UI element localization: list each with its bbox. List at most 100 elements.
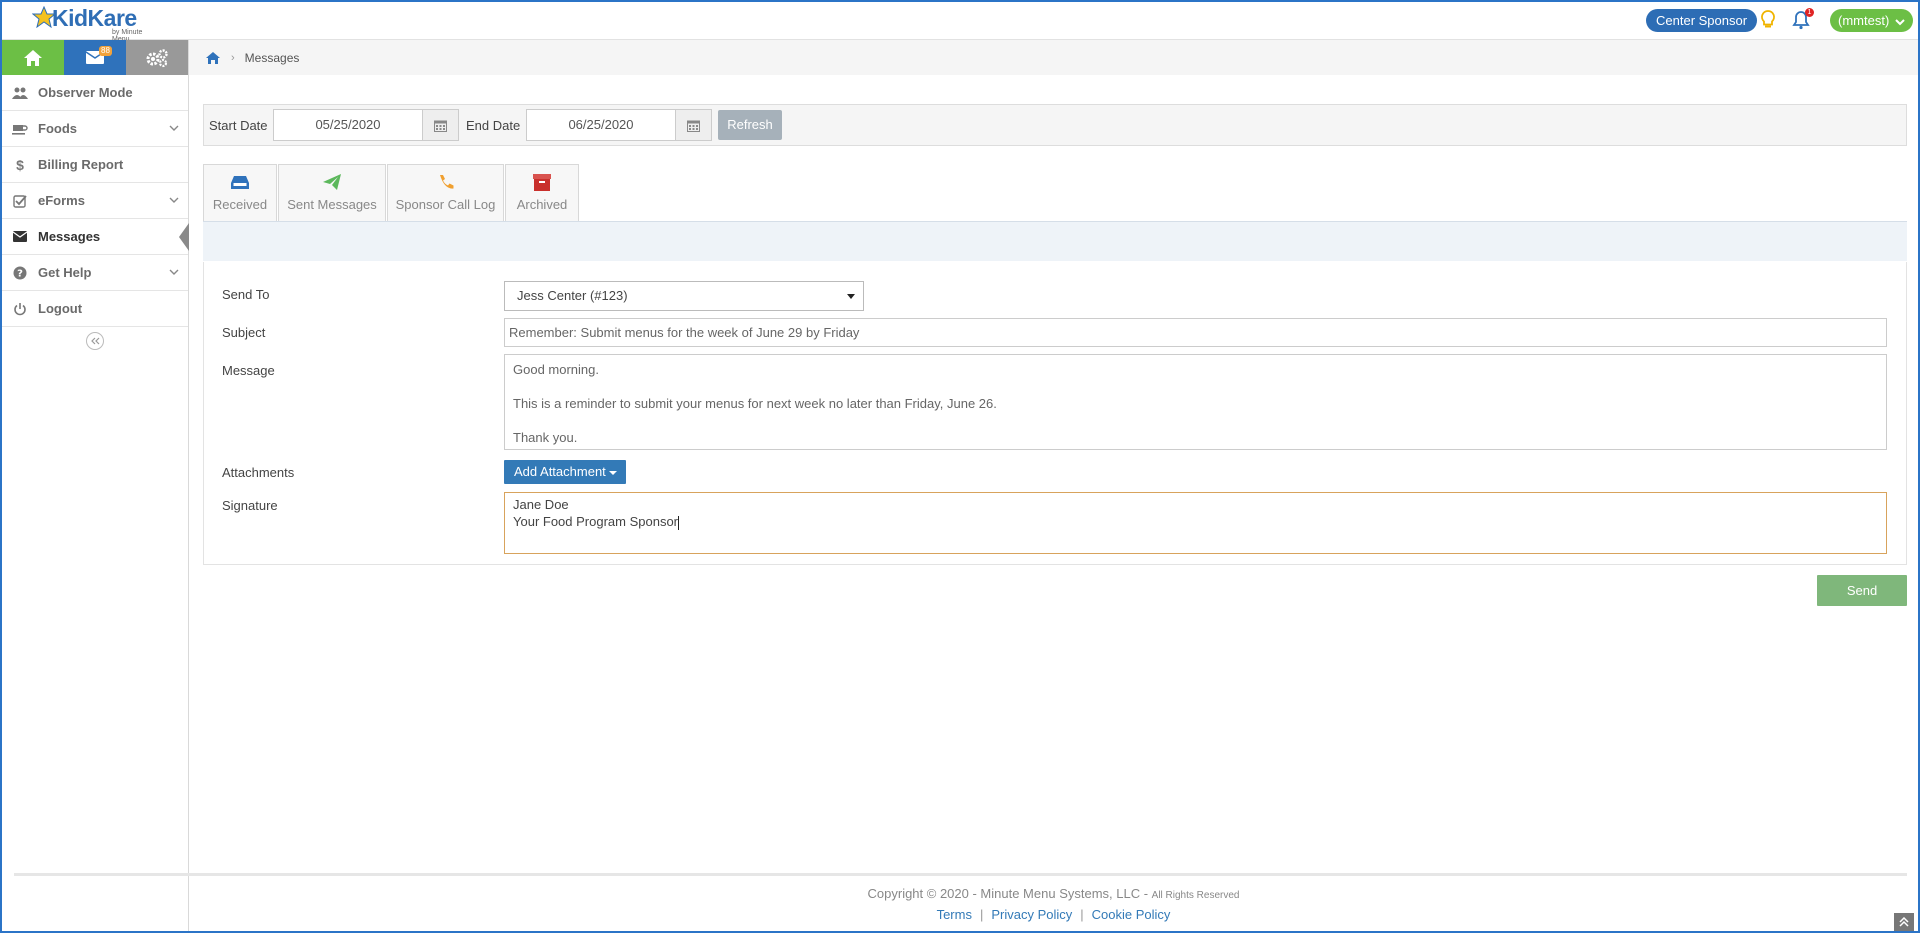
scroll-to-top-button[interactable] — [1894, 913, 1914, 931]
collapse-sidebar-button[interactable] — [86, 332, 104, 350]
signature-label: Signature — [222, 498, 278, 513]
center-sponsor-button[interactable]: Center Sponsor — [1646, 9, 1758, 32]
rights-label: All Rights Reserved — [1151, 890, 1240, 901]
privacy-policy-link[interactable]: Privacy Policy — [991, 907, 1072, 922]
paper-plane-icon — [322, 172, 342, 192]
signature-line: Your Food Program Sponsor — [513, 514, 679, 529]
send-button[interactable]: Send — [1817, 575, 1907, 606]
message-line: This is a reminder to submit your menus … — [513, 396, 997, 411]
copyright-text: Copyright © 2020 - Minute Menu Systems, … — [189, 886, 1918, 901]
tab-label: Sent Messages — [287, 197, 377, 212]
power-icon — [12, 302, 28, 316]
sidebar-tabs: 88 — [2, 40, 188, 75]
sidebar-item-billing-report[interactable]: $ Billing Report — [2, 147, 188, 183]
send-to-select[interactable]: Jess Center (#123) — [504, 281, 864, 311]
mail-badge: 88 — [99, 46, 112, 56]
tab-label: Received — [212, 197, 268, 212]
end-date-label: End Date — [466, 118, 521, 133]
subject-input[interactable]: Remember: Submit menus for the week of J… — [504, 318, 1887, 347]
message-line: Good morning. — [513, 362, 599, 377]
start-date-label: Start Date — [209, 118, 268, 133]
kidkare-logo[interactable]: KidKare by Minute Menu — [30, 4, 150, 43]
chevron-down-icon — [169, 125, 179, 131]
sidebar-item-label: Foods — [38, 121, 77, 136]
double-chevron-up-icon — [1899, 917, 1909, 927]
sidebar-item-logout[interactable]: Logout — [2, 291, 188, 327]
settings-tab[interactable] — [126, 40, 188, 75]
home-tab[interactable] — [2, 40, 64, 75]
logo-text: KidKare — [52, 5, 137, 31]
question-icon: ? — [12, 266, 28, 280]
chevron-down-icon — [1895, 18, 1905, 25]
lightbulb-icon[interactable] — [1760, 10, 1776, 30]
cookie-policy-link[interactable]: Cookie Policy — [1092, 907, 1171, 922]
end-date-input[interactable]: 06/25/2020 — [526, 109, 676, 141]
breadcrumb-separator: › — [231, 51, 235, 64]
sidebar-item-get-help[interactable]: ? Get Help — [2, 255, 188, 291]
sidebar-item-label: Billing Report — [38, 157, 124, 172]
link-separator: | — [979, 907, 984, 922]
notification-badge: 1 — [1805, 8, 1814, 17]
double-chevron-left-icon — [91, 337, 100, 345]
sidebar-item-label: Get Help — [38, 265, 92, 280]
message-line: Thank you. — [513, 430, 578, 445]
svg-text:?: ? — [17, 268, 23, 279]
end-date-calendar-button[interactable] — [676, 109, 712, 141]
sidebar-item-messages[interactable]: Messages — [2, 219, 189, 255]
copyright-label: Copyright © 2020 - Minute Menu Systems, … — [867, 886, 1152, 901]
date-filter-bar: Start Date 05/25/2020 End Date 06/25/202… — [203, 104, 1907, 146]
start-date-calendar-button[interactable] — [423, 109, 459, 141]
users-icon — [12, 86, 28, 100]
sidebar-item-foods[interactable]: Foods — [2, 111, 188, 147]
send-to-value: Jess Center (#123) — [517, 288, 628, 303]
start-date-input[interactable]: 05/25/2020 — [273, 109, 423, 141]
gears-icon — [146, 48, 168, 67]
top-bar: KidKare by Minute Menu Center Sponsor 1 … — [0, 0, 1920, 43]
home-icon — [24, 49, 42, 66]
calendar-icon — [434, 120, 447, 132]
inbox-icon — [231, 172, 249, 192]
sidebar-item-observer-mode[interactable]: Observer Mode — [2, 75, 188, 111]
tab-label: Sponsor Call Log — [395, 197, 496, 212]
sidebar-item-label: Logout — [38, 301, 83, 316]
sidebar-item-label: Observer Mode — [38, 85, 133, 100]
tab-received[interactable]: Received — [203, 164, 277, 221]
subject-label: Subject — [222, 325, 266, 340]
add-attachment-button[interactable]: Add Attachment — [504, 460, 626, 484]
breadcrumb: › Messages — [189, 40, 1918, 75]
send-to-label: Send To — [222, 287, 270, 302]
dropdown-caret-icon — [608, 470, 617, 475]
checkbox-icon — [12, 194, 28, 208]
tab-sent-messages[interactable]: Sent Messages — [278, 164, 386, 221]
sidebar-item-label: eForms — [38, 193, 85, 208]
signature-textarea[interactable]: Jane Doe Your Food Program Sponsor — [504, 492, 1887, 554]
phone-icon — [438, 172, 454, 192]
home-icon[interactable] — [205, 51, 221, 65]
tab-sponsor-call-log[interactable]: Sponsor Call Log — [387, 164, 504, 221]
sidebar-item-eforms[interactable]: eForms — [2, 183, 188, 219]
message-label: Message — [222, 363, 275, 378]
sidebar-item-label: Messages — [38, 229, 101, 244]
text-cursor — [678, 515, 680, 530]
refresh-button[interactable]: Refresh — [718, 110, 782, 140]
envelope-icon — [12, 230, 28, 244]
dropdown-caret-icon — [847, 294, 855, 299]
tab-label: Archived — [516, 197, 568, 212]
chevron-down-icon — [169, 197, 179, 203]
archive-box-icon — [533, 172, 551, 192]
coffee-icon — [12, 122, 28, 136]
tab-archived[interactable]: Archived — [505, 164, 579, 221]
user-menu-button[interactable]: (mmtest) — [1830, 9, 1913, 32]
calendar-icon — [687, 120, 700, 132]
tabs-content-header — [203, 221, 1907, 261]
mail-tab[interactable]: 88 — [64, 40, 126, 75]
message-tabs: Received Sent Messages Sponsor Call Log … — [203, 164, 580, 221]
user-label: (mmtest) — [1838, 13, 1890, 28]
terms-link[interactable]: Terms — [937, 907, 972, 922]
footer-divider — [14, 873, 1907, 876]
signature-line: Jane Doe — [513, 497, 569, 512]
message-textarea[interactable]: Good morning. This is a reminder to subm… — [504, 354, 1887, 450]
link-separator: | — [1080, 907, 1084, 922]
dollar-icon: $ — [16, 156, 24, 173]
sidebar-nav: Observer Mode Foods $ Billing Report eFo… — [2, 75, 189, 327]
